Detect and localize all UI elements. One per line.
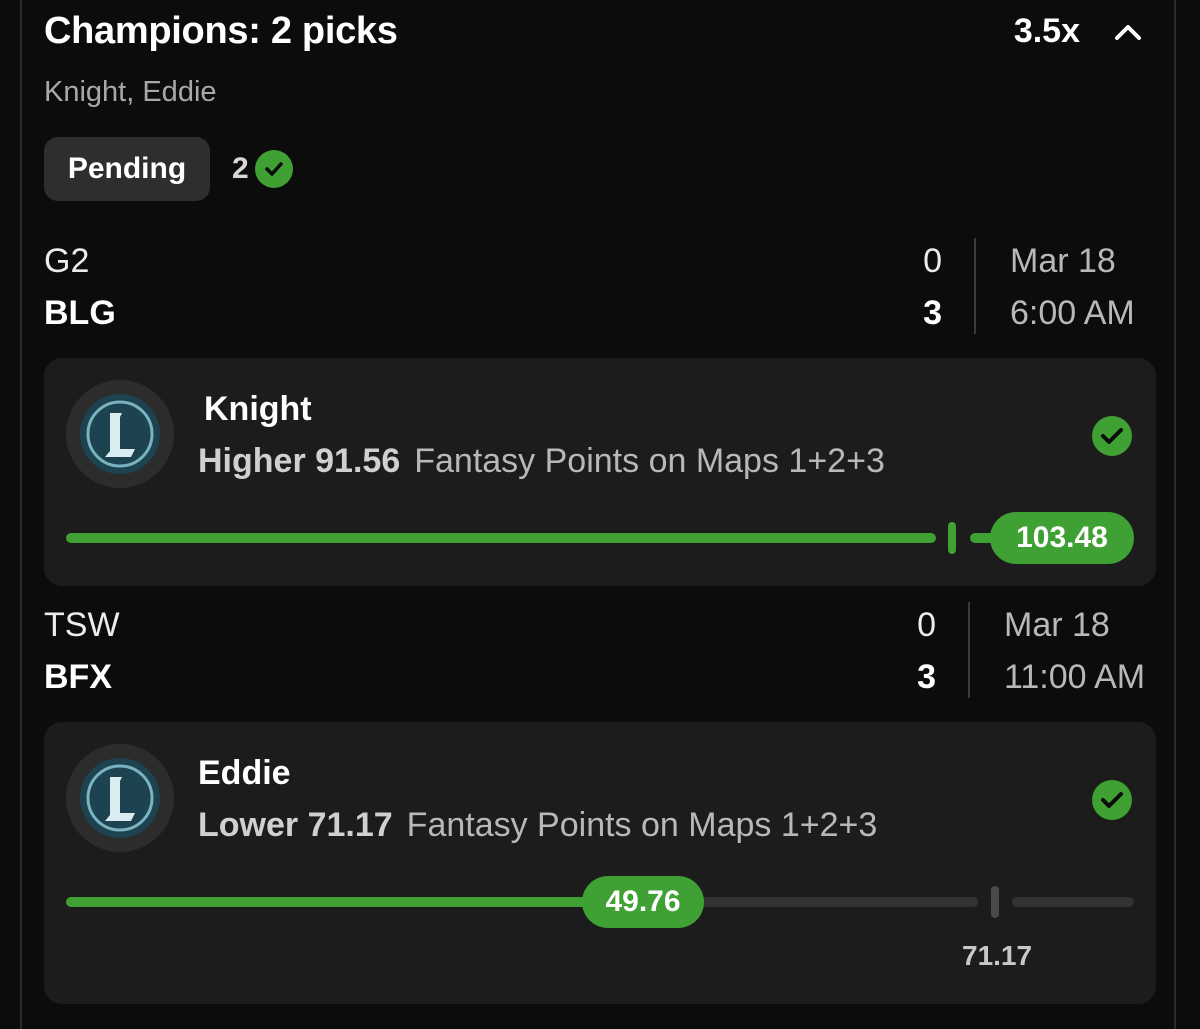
progress-fill xyxy=(66,897,626,907)
team-score: 3 xyxy=(923,294,942,332)
team-score: 0 xyxy=(917,606,936,644)
match-date: Mar 18 xyxy=(1004,606,1110,644)
match-time: 11:00 AM xyxy=(1004,658,1146,696)
line-label: 71.17 xyxy=(962,940,1033,971)
check-circle-icon xyxy=(1092,780,1132,820)
check-circle-icon xyxy=(1092,416,1132,456)
team-name: BFX xyxy=(44,658,112,696)
divider xyxy=(974,238,976,334)
team-name: BLG xyxy=(44,294,116,332)
pick-direction: Higher 91.56 xyxy=(198,442,401,480)
match-row: TSW BFX 0 3 Mar 18 11:00 AM xyxy=(44,602,1156,706)
result-pill: 49.76 xyxy=(582,876,704,928)
match-date: Mar 18 xyxy=(1010,242,1116,280)
progress-track xyxy=(1012,897,1134,907)
divider xyxy=(968,602,970,698)
player-avatar xyxy=(66,380,174,488)
payout-multiplier: 3.5x xyxy=(1013,12,1080,50)
player-name: Knight xyxy=(204,390,312,428)
entry-title: Champions: 2 picks xyxy=(44,10,398,52)
pick-line: Lower 71.17 Fantasy Points on Maps 1+2+3 xyxy=(198,806,877,845)
player-avatar xyxy=(66,744,174,852)
pick-direction: Lower 71.17 xyxy=(198,806,393,844)
hit-count-value: 2 xyxy=(232,152,249,185)
match-time: 6:00 AM xyxy=(1010,294,1135,332)
player-name: Eddie xyxy=(198,754,291,792)
pick-stat: Fantasy Points on Maps 1+2+3 xyxy=(406,806,878,844)
league-of-legends-logo-icon xyxy=(80,758,160,838)
chevron-up-icon[interactable] xyxy=(1112,18,1144,46)
team-score: 0 xyxy=(923,242,942,280)
check-circle-icon xyxy=(254,150,293,188)
progress-fill xyxy=(66,533,936,543)
pick-line: Higher 91.56 Fantasy Points on Maps 1+2+3 xyxy=(198,442,885,481)
line-marker xyxy=(991,886,999,918)
team-name: G2 xyxy=(44,242,90,280)
match-row: G2 BLG 0 3 Mar 18 6:00 AM xyxy=(44,238,1156,342)
pick-card[interactable]: Eddie Lower 71.17 Fantasy Points on Maps … xyxy=(44,722,1156,1004)
team-score: 3 xyxy=(917,658,936,696)
pick-card[interactable]: Knight Higher 91.56 Fantasy Points on Map… xyxy=(44,358,1156,586)
hit-count: 2 xyxy=(232,150,293,188)
league-of-legends-logo-icon xyxy=(80,394,160,474)
result-pill: 103.48 xyxy=(990,512,1134,564)
team-name: TSW xyxy=(44,606,120,644)
status-badge: Pending xyxy=(44,137,210,201)
pick-stat: Fantasy Points on Maps 1+2+3 xyxy=(414,442,885,480)
line-marker xyxy=(948,522,956,554)
entry-players: Knight, Eddie xyxy=(44,76,217,108)
